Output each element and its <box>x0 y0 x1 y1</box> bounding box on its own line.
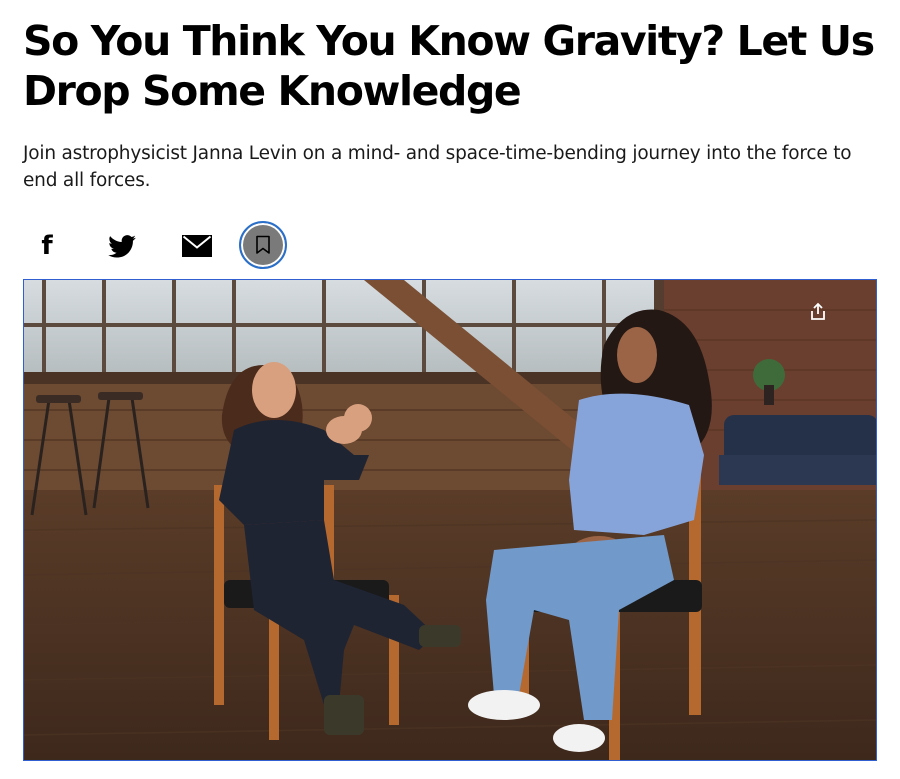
twitter-share-button[interactable] <box>107 220 137 272</box>
facebook-icon: f <box>41 231 53 261</box>
email-share-button[interactable] <box>181 220 213 272</box>
save-bookmark-button[interactable] <box>239 221 287 269</box>
share-icon[interactable] <box>808 302 828 322</box>
video-player[interactable] <box>23 279 877 761</box>
twitter-icon <box>108 234 136 258</box>
envelope-icon <box>182 235 212 257</box>
bookmark-icon <box>256 235 270 254</box>
share-bar: f <box>23 220 323 272</box>
video-frame <box>24 280 876 760</box>
facebook-share-button[interactable]: f <box>35 220 59 272</box>
article-dek: Join astrophysicist Janna Levin on a min… <box>23 143 852 191</box>
article-headline: So You Think You Know Gravity? Let Us Dr… <box>23 17 875 115</box>
